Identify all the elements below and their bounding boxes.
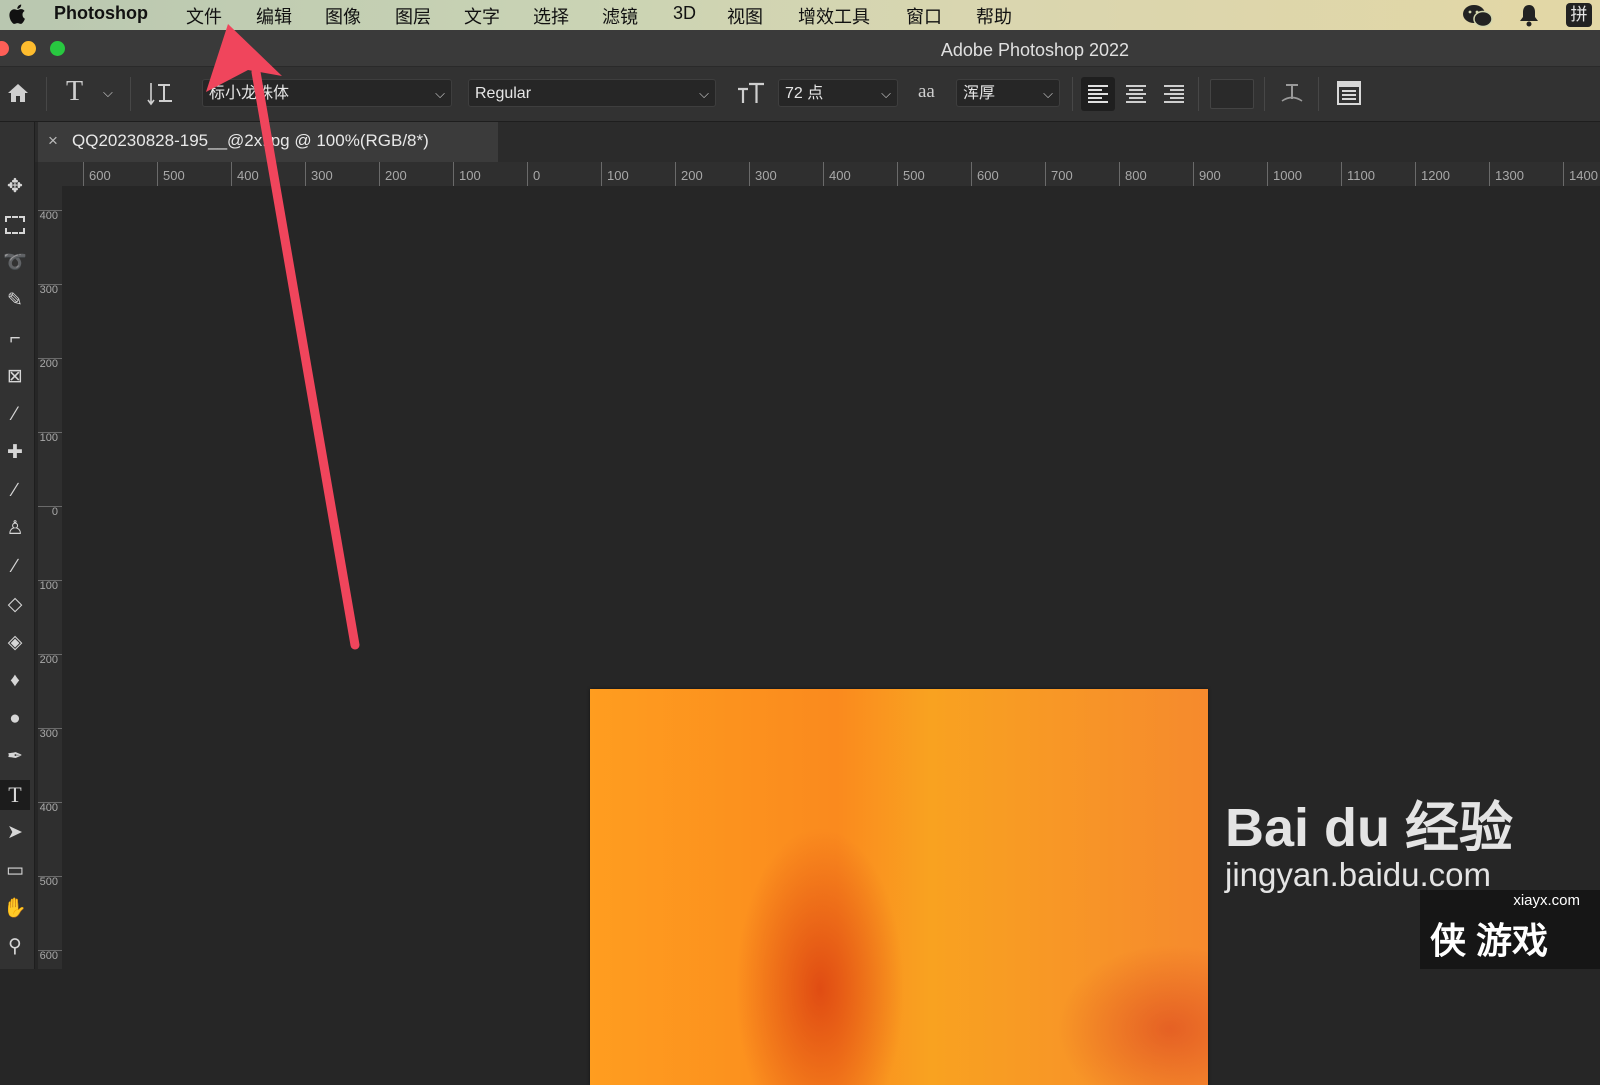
baidu-jingyan-watermark: Bai du 经验 jingyan.baidu.com (1225, 800, 1513, 894)
xiayx-logo: 侠 游戏 (1430, 920, 1549, 961)
xiayx-watermark: xiayx.com 侠 游戏 (1420, 890, 1600, 969)
xiayx-url: xiayx.com (1513, 892, 1580, 909)
baidu-logo: Bai du 经验 (1225, 798, 1514, 858)
baidu-url: jingyan.baidu.com (1225, 856, 1491, 893)
